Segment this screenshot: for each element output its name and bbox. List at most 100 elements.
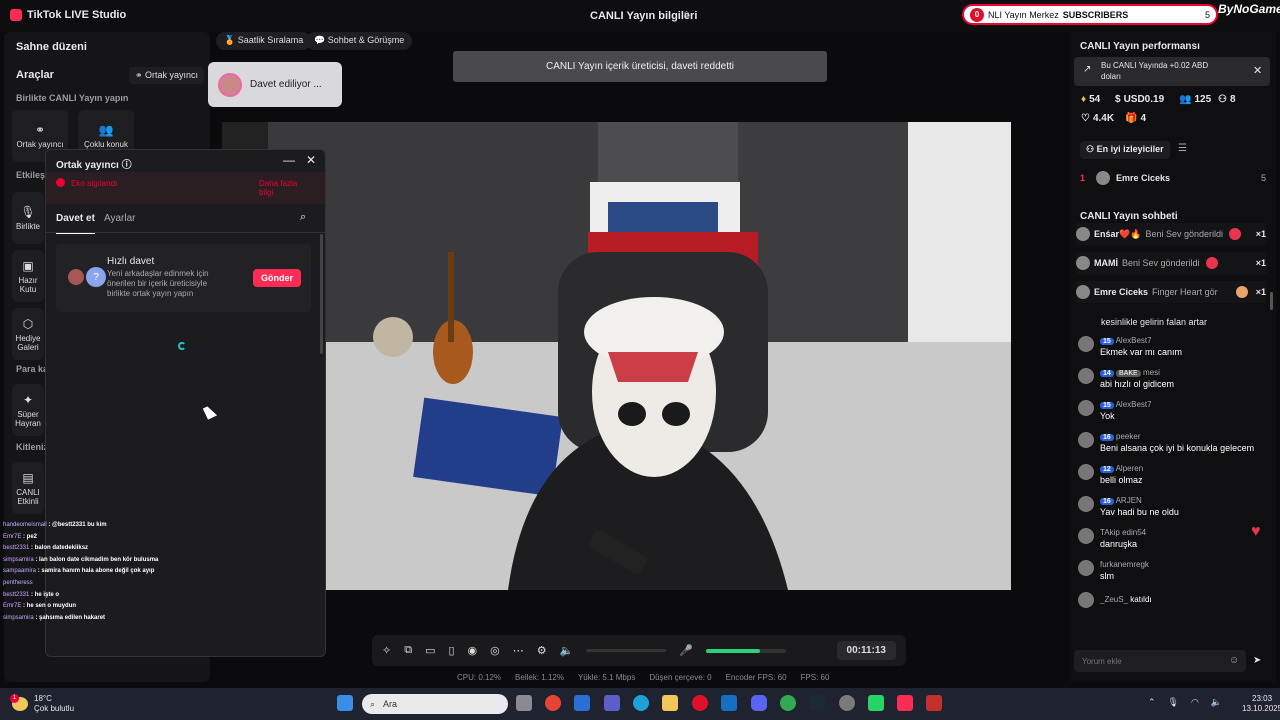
level-badge: 16 <box>1100 498 1114 505</box>
obs-icon[interactable] <box>839 695 855 711</box>
learn-more-link[interactable]: Daha fazla bilgi <box>259 179 309 197</box>
help-icon[interactable]: ⓘ <box>119 160 132 171</box>
mic-level-meter[interactable] <box>706 648 787 653</box>
level-badge: 16 <box>1100 434 1114 441</box>
tool-super-fan[interactable]: ✦ Süper Hayran <box>12 384 44 436</box>
chat-message: 15 AlexBest7 Ekmek var mı canım <box>1078 336 1258 358</box>
steam-icon[interactable] <box>809 695 825 711</box>
ranking-row[interactable]: 1 Emre Ciceks 5 <box>1080 170 1266 186</box>
temperature: 18°C <box>34 694 52 703</box>
question-icon: ? <box>86 267 106 287</box>
weather-icon: 1 <box>10 694 28 711</box>
task-view-icon[interactable] <box>516 695 532 711</box>
whatsapp-icon[interactable] <box>868 695 884 711</box>
list-icon[interactable]: ☰ <box>1178 143 1187 154</box>
phone-icon[interactable]: ▯ <box>448 644 454 657</box>
performance-title: CANLI Yayın performansı <box>1080 41 1200 52</box>
scrollbar[interactable] <box>1270 292 1273 310</box>
chevron-up-icon[interactable]: ⌃ <box>1148 697 1156 708</box>
minimize-icon[interactable]: — <box>283 153 295 167</box>
level-badge: 14 <box>1100 370 1114 377</box>
video-preview[interactable] <box>268 122 1011 590</box>
gift-icon: ⬡ <box>22 316 34 331</box>
tool-live-event[interactable]: ▤ CANLI Etkinli <box>12 462 44 514</box>
people-icon: 👥 <box>98 123 114 137</box>
file-explorer-icon[interactable] <box>662 695 678 711</box>
share-icon[interactable]: ⇪ <box>682 9 691 22</box>
encoder-fps-stat: Encoder FPS: 60 <box>725 673 787 682</box>
diamond-icon: ♦ <box>1081 94 1087 105</box>
avatar <box>1076 256 1090 270</box>
list-item: pentheress <box>3 579 33 586</box>
tab-invite[interactable]: Davet et <box>56 213 95 234</box>
person-add-icon: ⚇ <box>1218 94 1227 105</box>
opera-icon[interactable] <box>692 695 708 711</box>
magic-wand-icon[interactable]: ✧ <box>382 644 391 657</box>
search-icon[interactable]: ⌕ <box>300 211 306 224</box>
hourly-ranking-pill[interactable]: 🏅 Saatlik Sıralama <box>216 32 312 50</box>
tool-gift-gallery[interactable]: ⬡ Hediye Galeri <box>12 308 44 360</box>
store-icon[interactable] <box>574 695 590 711</box>
tool-together[interactable]: 🎙 Birlikte <box>12 192 44 244</box>
speaker-icon[interactable]: 🔈 <box>560 644 574 657</box>
scene-title: Sahne düzeni <box>16 41 87 53</box>
chat-meet-pill[interactable]: 💬 Sohbet & Görüşme <box>306 32 413 50</box>
echo-warning-text: Eko algılandı <box>71 179 118 188</box>
join-message: _ZeuS_ katıldı <box>1078 592 1258 608</box>
close-icon[interactable]: ✕ <box>306 153 316 167</box>
top-viewers-tab[interactable]: ⚇ En iyi izleyiciler <box>1080 141 1170 159</box>
effects-icon[interactable]: ⧉ <box>404 644 412 657</box>
video-app-icon[interactable] <box>926 695 942 711</box>
tiktok-studio-icon[interactable] <box>897 695 913 711</box>
section-together: Birlikte CANLI Yayın yapın <box>16 93 129 103</box>
discord-icon[interactable] <box>751 695 767 711</box>
comment-input[interactable] <box>1074 650 1246 672</box>
loading-spinner-icon <box>178 342 186 350</box>
level-badge: 15 <box>1100 402 1114 409</box>
trend-up-icon: ↗ <box>1083 64 1092 75</box>
settings-sliders-icon[interactable]: ⚙ <box>537 644 547 657</box>
chrome-icon[interactable] <box>545 695 561 711</box>
outlook-icon[interactable] <box>721 695 737 711</box>
search-icon: ⌕ <box>370 698 376 709</box>
send-icon[interactable]: ➤ <box>1253 655 1261 666</box>
chat-message: 16 ARJEN Yav hadi bu ne oldu <box>1078 496 1258 518</box>
chat-message: 14 BAKE mesi abi hızlı ol gidicem <box>1078 368 1258 390</box>
volume-icon[interactable]: 🔈 <box>1211 697 1222 708</box>
app-title: TikTok LIVE Studio <box>10 9 126 21</box>
camera-icon[interactable]: ◎ <box>490 644 500 657</box>
edge-icon[interactable] <box>633 695 649 711</box>
volume-slider[interactable] <box>586 649 667 652</box>
live-center-label: NLI Yayın Merkez <box>988 9 1059 20</box>
avatar <box>1076 285 1090 299</box>
windows-start-icon[interactable] <box>337 695 353 711</box>
dropped-frames-stat: Düşen çerçeve: 0 <box>649 673 712 682</box>
chat-message: furkanemregk slm <box>1078 560 1258 582</box>
scrollbar[interactable] <box>320 234 323 354</box>
cohost-chip[interactable]: ⚭ Ortak yayıncı <box>129 67 205 84</box>
more-icon[interactable]: ⋯ <box>513 644 524 657</box>
layout-icon[interactable]: ▭ <box>425 644 435 657</box>
send-button[interactable]: Gönder <box>253 269 301 287</box>
record-icon[interactable]: ◉ <box>468 644 478 657</box>
clock[interactable]: 23:03 13.10.2025 <box>1242 694 1280 714</box>
close-icon[interactable]: ✕ <box>1253 64 1262 77</box>
network-icon[interactable]: ◠ <box>1191 697 1199 708</box>
microphone-icon[interactable]: 🎤 <box>679 644 693 657</box>
weather-widget[interactable]: 1 18°C Çok bulutlu <box>10 694 74 714</box>
tab-settings[interactable]: Ayarlar <box>104 213 136 224</box>
subscribers-widget[interactable]: 0 NLI Yayın Merkez SUBSCRIBERS 5 <box>962 4 1218 25</box>
gift-icon: 🎁 <box>1125 113 1138 124</box>
chat-title: CANLI Yayın sohbeti <box>1080 211 1178 222</box>
dollar-icon: $ <box>1115 94 1121 105</box>
level-badge: 12 <box>1100 466 1114 473</box>
tool-ready-box[interactable]: ▣ Hazır Kutu <box>12 250 44 302</box>
taskbar-search[interactable]: ⌕ Ara <box>362 694 508 714</box>
invite-pending-toast: Davet ediliyor ... <box>208 62 342 107</box>
section-audience: Kitleniz <box>16 442 49 452</box>
emoji-icon[interactable]: ☺ <box>1229 655 1239 666</box>
overlay-chat: handeomeismail : @bestt2331 bu kim Emr7E… <box>3 520 203 624</box>
teams-icon[interactable] <box>604 695 620 711</box>
microphone-icon[interactable]: 🎙 <box>1168 697 1179 708</box>
chrome-profile-icon[interactable] <box>780 695 796 711</box>
